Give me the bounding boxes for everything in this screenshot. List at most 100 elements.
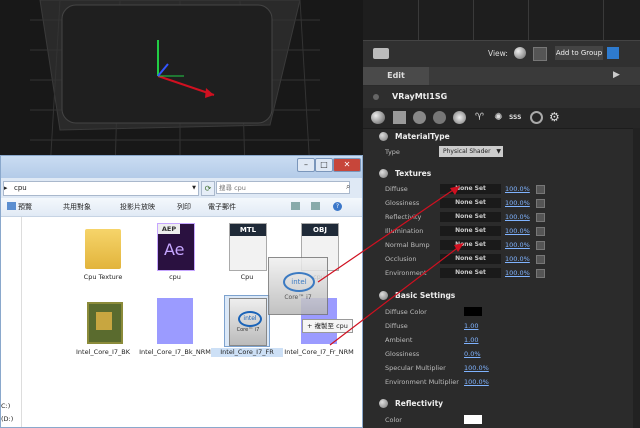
type-dropdown[interactable]: Physical Shader ▼ — [439, 146, 503, 157]
texture-slot[interactable]: None Set — [440, 226, 501, 236]
color-label: Color — [385, 416, 402, 424]
add-to-group-button[interactable]: Add to Group — [555, 46, 603, 60]
texture-wheel-icon[interactable] — [530, 111, 543, 124]
camera-folder-icon[interactable] — [373, 48, 389, 59]
change-view-icon[interactable] — [291, 202, 300, 210]
shaded-sphere-icon[interactable] — [413, 111, 426, 124]
light-bulb-icon[interactable]: ✺ — [492, 111, 505, 124]
texture-slot[interactable]: None Set — [440, 184, 501, 194]
image-icon[interactable] — [393, 111, 406, 124]
texture-strength[interactable]: 100.0% — [505, 199, 530, 207]
preview-pane-icon[interactable] — [311, 202, 320, 210]
cpu-back-thumbnail — [81, 296, 125, 346]
nav-item-c[interactable]: C:) — [1, 402, 10, 410]
toolbar-slideshow[interactable]: 投影片放映 — [120, 202, 155, 212]
file-item[interactable]: AEP Ae cpu — [139, 221, 211, 301]
texture-checkbox[interactable] — [536, 269, 545, 278]
edit-tab[interactable]: Edit — [363, 67, 429, 85]
breadcrumb[interactable]: cpu — [14, 182, 27, 195]
texture-checkbox[interactable] — [536, 227, 545, 236]
swatch-view-icon[interactable] — [533, 47, 547, 61]
reflectivity-color-swatch[interactable] — [464, 415, 482, 424]
section-dot-icon — [379, 169, 388, 178]
texture-checkbox[interactable] — [536, 185, 545, 194]
texture-strength[interactable]: 100.0% — [505, 185, 530, 193]
basic-row-ambient: Ambient 1.00 — [363, 334, 633, 347]
panel-scrollbar[interactable] — [633, 128, 640, 428]
intel-front-thumbnail: intel Core™ i7 — [224, 295, 270, 347]
material-name: VRayMtl1SG — [392, 92, 448, 101]
maximize-button[interactable]: □ — [315, 158, 333, 172]
normal-map-thumbnail — [153, 296, 197, 346]
refresh-icon[interactable]: ⟳ — [201, 181, 215, 196]
search-input[interactable] — [216, 181, 350, 194]
texture-checkbox[interactable] — [536, 213, 545, 222]
basic-value[interactable]: 1.00 — [464, 336, 478, 344]
sphere-view-icon[interactable] — [514, 47, 526, 59]
hypershade-panel: View: Add to Group Edit ▶ VRayMtl1SG ♈ ✺… — [363, 0, 640, 428]
basic-label: Diffuse — [385, 322, 408, 330]
basic-row-environment-multiplier: Environment Multiplier 100.0% — [363, 376, 633, 389]
basic-value[interactable]: 0.0% — [464, 350, 481, 358]
texture-strength[interactable]: 100.0% — [505, 213, 530, 221]
gear-icon[interactable]: ⚙ — [549, 111, 562, 124]
file-badge: MTL — [230, 224, 266, 236]
material-type-title: MaterialType — [395, 132, 450, 141]
sss-icon[interactable]: SSS — [509, 111, 525, 124]
address-field[interactable]: ▸ cpu ▼ — [3, 181, 199, 196]
texture-checkbox[interactable] — [536, 199, 545, 208]
texture-strength[interactable]: 100.0% — [505, 241, 530, 249]
search-icon[interactable]: ⌕ — [346, 182, 350, 192]
textures-section[interactable]: Textures — [363, 167, 633, 182]
diffuse-color-swatch[interactable] — [464, 307, 482, 316]
nav-item-d[interactable]: (D:) — [1, 415, 13, 423]
section-dot-icon — [379, 291, 388, 300]
textures-title: Textures — [395, 169, 432, 178]
group-toggle-icon[interactable] — [607, 47, 619, 59]
explorer-title-bar[interactable]: – □ ✕ — [1, 156, 362, 178]
texture-slot[interactable]: None Set — [440, 212, 501, 222]
intel-logo: intel — [238, 311, 262, 327]
texture-strength[interactable]: 100.0% — [505, 255, 530, 263]
texture-slot[interactable]: None Set — [440, 240, 501, 250]
toolbar-share[interactable]: 共用對象 — [63, 202, 91, 212]
basic-value[interactable]: 100.0% — [464, 378, 489, 386]
chevron-down-icon[interactable]: ▼ — [192, 182, 196, 195]
texture-strength[interactable]: 100.0% — [505, 269, 530, 277]
file-item[interactable]: Cpu Texture — [67, 221, 139, 301]
texture-strength[interactable]: 100.0% — [505, 227, 530, 235]
sun-icon[interactable] — [453, 111, 466, 124]
file-item[interactable]: Intel_Core_I7_Bk_NRM — [139, 296, 211, 376]
expand-arrow-icon[interactable]: ▶ — [613, 70, 620, 80]
texture-row-occlusion: Occlusion None Set 100.0% — [363, 253, 633, 266]
texture-slot[interactable]: None Set — [440, 198, 501, 208]
reflectivity-section[interactable]: Reflectivity — [363, 397, 633, 412]
file-name: Intel_Core_I7_Bk_NRM — [139, 348, 211, 356]
view-bar: View: Add to Group — [363, 40, 640, 68]
toolbar-preview[interactable]: 預覽 — [18, 202, 32, 212]
texture-row-environment: Environment None Set 100.0% — [363, 267, 633, 280]
help-icon[interactable]: ? — [333, 202, 342, 211]
toolbar-email[interactable]: 電子郵件 — [208, 202, 236, 212]
sphere-toggle-icon[interactable] — [371, 111, 385, 124]
toolbar-print[interactable]: 列印 — [177, 202, 191, 212]
viewport-grid — [30, 0, 320, 170]
texture-slot[interactable]: None Set — [440, 268, 501, 278]
basic-settings-section[interactable]: Basic Settings — [363, 289, 633, 304]
basic-label: Specular Multiplier — [385, 364, 446, 372]
texture-checkbox[interactable] — [536, 255, 545, 264]
texture-slot[interactable]: None Set — [440, 254, 501, 264]
texture-label: Illumination — [385, 227, 424, 235]
basic-value[interactable]: 1.00 — [464, 322, 478, 330]
file-item[interactable]: Intel_Core_I7_BK — [67, 296, 139, 376]
globe-icon[interactable] — [433, 111, 446, 124]
close-button[interactable]: ✕ — [333, 158, 361, 172]
material-type-section[interactable]: MaterialType — [363, 130, 633, 145]
basic-value[interactable]: 100.0% — [464, 364, 489, 372]
view-icon[interactable] — [7, 202, 16, 210]
texture-checkbox[interactable] — [536, 241, 545, 250]
minimize-button[interactable]: – — [297, 158, 315, 172]
basic-label: Ambient — [385, 336, 413, 344]
glass-icon[interactable]: ♈ — [473, 111, 486, 124]
3d-viewport[interactable] — [0, 0, 363, 170]
